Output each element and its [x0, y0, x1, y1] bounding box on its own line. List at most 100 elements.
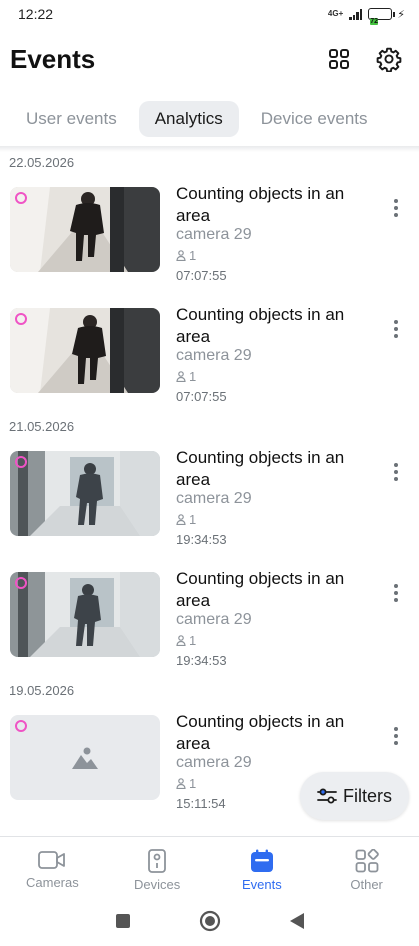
calendar-icon — [250, 849, 273, 872]
event-camera: camera 29 — [176, 754, 252, 771]
filters-label: Filters — [343, 785, 392, 806]
person-icon — [176, 514, 186, 525]
recents-button[interactable] — [115, 913, 131, 934]
camera-icon — [38, 851, 66, 869]
more-vertical-icon — [394, 463, 398, 481]
event-more-button[interactable] — [384, 194, 408, 222]
event-more-button[interactable] — [384, 458, 408, 486]
event-marker-icon — [15, 720, 27, 732]
nav-label-devices: Devices — [134, 877, 181, 892]
app-header: Events — [0, 36, 419, 82]
corridor-snapshot — [10, 187, 160, 272]
event-count-value: 1 — [189, 512, 197, 527]
event-camera: camera 29 — [176, 347, 252, 364]
square-icon — [115, 913, 130, 928]
event-count: 1 — [176, 776, 196, 791]
event-count-value: 1 — [189, 248, 197, 263]
corridor-snapshot — [10, 451, 160, 536]
event-more-button[interactable] — [384, 579, 408, 607]
person-icon — [176, 778, 186, 789]
settings-button[interactable] — [369, 39, 409, 79]
event-count: 1 — [176, 248, 196, 263]
nav-label-cameras: Cameras — [26, 875, 79, 890]
event-more-button[interactable] — [384, 722, 408, 750]
back-button[interactable] — [289, 912, 305, 935]
nav-label-events: Events — [242, 877, 282, 892]
event-thumbnail[interactable] — [10, 451, 160, 536]
remote-icon — [148, 849, 167, 873]
event-type-tabs: User events Analytics Device events — [0, 98, 419, 140]
event-time: 19:34:53 — [176, 532, 227, 547]
corridor-snapshot — [10, 308, 160, 393]
person-icon — [176, 371, 186, 382]
event-card[interactable]: Counting objects in an area camera 29 1 … — [0, 174, 419, 295]
tab-analytics[interactable]: Analytics — [138, 101, 239, 137]
event-time: 19:34:53 — [176, 653, 227, 668]
event-title: Counting objects in an area — [176, 712, 345, 753]
event-more-button[interactable] — [384, 315, 408, 343]
event-time: 07:07:55 — [176, 389, 227, 404]
event-camera: camera 29 — [176, 611, 252, 628]
system-navigation-bar — [0, 900, 419, 946]
filters-button[interactable]: Filters — [300, 772, 409, 820]
nav-item-cameras[interactable]: Cameras — [0, 837, 105, 898]
triangle-back-icon — [289, 912, 304, 929]
event-title: Counting objects in an area — [176, 569, 345, 610]
more-vertical-icon — [394, 727, 398, 745]
home-button[interactable] — [199, 910, 221, 937]
event-thumbnail[interactable] — [10, 715, 160, 800]
event-card[interactable]: Counting objects in an area camera 29 1 … — [0, 559, 419, 680]
nav-item-other[interactable]: Other — [314, 837, 419, 898]
event-title: Counting objects in an area — [176, 184, 345, 225]
event-card[interactable]: Counting objects in an area camera 29 1 … — [0, 438, 419, 559]
nav-label-other: Other — [350, 877, 383, 892]
event-camera: camera 29 — [176, 490, 252, 507]
event-count: 1 — [176, 369, 196, 384]
battery-icon: 72 ⚡ — [368, 8, 405, 25]
event-marker-icon — [15, 313, 27, 325]
date-header: 21.05.2026 — [9, 419, 75, 434]
date-header: 19.05.2026 — [9, 683, 75, 698]
event-thumbnail[interactable] — [10, 187, 160, 272]
event-marker-icon — [15, 192, 27, 204]
page-title: Events — [10, 43, 96, 74]
event-camera: camera 29 — [176, 226, 252, 243]
more-vertical-icon — [394, 199, 398, 217]
event-count-value: 1 — [189, 369, 197, 384]
battery-level: 72 — [370, 18, 379, 25]
nav-item-devices[interactable]: Devices — [105, 837, 210, 898]
event-count-value: 1 — [189, 633, 197, 648]
more-vertical-icon — [394, 584, 398, 602]
event-thumbnail[interactable] — [10, 308, 160, 393]
tab-user-events[interactable]: User events — [10, 101, 133, 137]
event-marker-icon — [15, 577, 27, 589]
image-placeholder-icon — [72, 747, 98, 769]
more-vertical-icon — [394, 320, 398, 338]
nav-item-events[interactable]: Events — [210, 837, 315, 898]
gear-icon — [376, 47, 402, 72]
event-marker-icon — [15, 456, 27, 468]
circle-icon — [199, 910, 220, 931]
status-bar: 12:22 4G+ 72 ⚡ — [0, 0, 419, 28]
event-time: 07:07:55 — [176, 268, 227, 283]
charging-icon: ⚡ — [397, 8, 405, 21]
network-type-label: 4G+ — [327, 9, 344, 18]
corridor-snapshot — [10, 572, 160, 657]
layout-grid-button[interactable] — [319, 39, 359, 79]
filter-sliders-icon — [317, 788, 337, 804]
event-thumbnail[interactable] — [10, 572, 160, 657]
status-icons: 4G+ 72 ⚡ — [327, 8, 405, 25]
tab-device-events[interactable]: Device events — [245, 101, 384, 137]
event-count: 1 — [176, 633, 196, 648]
bottom-navigation: Cameras Devices Events Other — [0, 836, 419, 898]
event-title: Counting objects in an area — [176, 305, 345, 346]
signal-icon — [349, 8, 363, 20]
grid-icon — [329, 49, 349, 69]
event-card[interactable]: Counting objects in an area camera 29 1 … — [0, 295, 419, 416]
person-icon — [176, 250, 186, 261]
event-title: Counting objects in an area — [176, 448, 345, 489]
status-time: 12:22 — [18, 6, 54, 22]
person-icon — [176, 635, 186, 646]
event-count: 1 — [176, 512, 196, 527]
event-list[interactable]: 22.05.2026 Counting objects in an area c… — [0, 152, 419, 836]
